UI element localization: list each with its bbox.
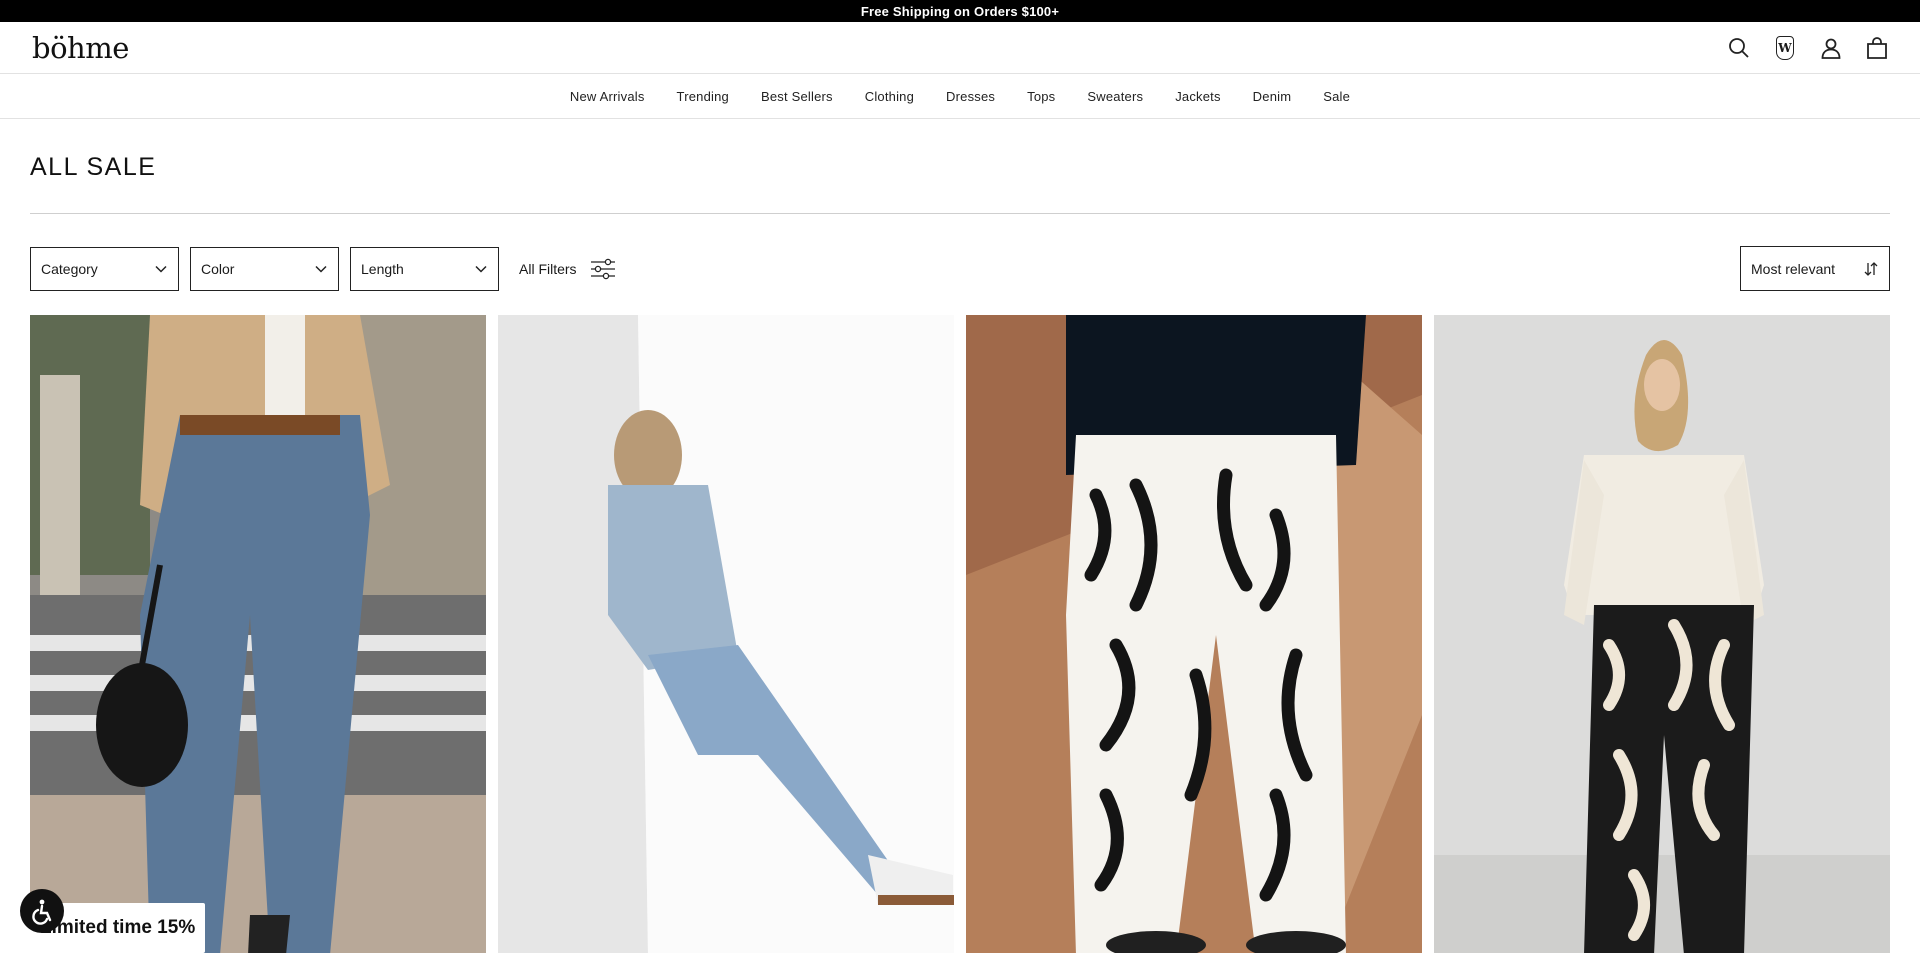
product-image [966,315,1422,953]
product-image [1434,315,1890,953]
color-filter-label: Color [201,260,235,277]
all-filters-button[interactable]: All Filters [519,257,617,281]
accessibility-icon [32,899,52,925]
product-grid [0,291,1920,953]
product-card[interactable] [498,315,954,953]
nav-jackets[interactable]: Jackets [1159,89,1236,104]
length-filter-label: Length [361,260,404,277]
product-image [30,315,486,953]
main-nav: New Arrivals Trending Best Sellers Cloth… [0,74,1920,119]
product-image [498,315,954,953]
filter-bar: Category Color Length All Filters Most r… [0,214,1920,291]
page-title: ALL SALE [30,153,157,181]
brand-logo[interactable]: böhme [32,31,129,65]
length-filter[interactable]: Length [350,246,499,291]
all-filters-label: All Filters [519,260,577,277]
nav-dresses[interactable]: Dresses [930,89,1011,104]
sort-arrows-icon [1864,261,1878,276]
nav-trending[interactable]: Trending [661,89,745,104]
category-filter-label: Category [41,260,98,277]
site-header: böhme W [0,22,1920,74]
announcement-text: Free Shipping on Orders $100+ [860,3,1060,19]
nav-sweaters[interactable]: Sweaters [1071,89,1159,104]
product-card[interactable] [1434,315,1890,953]
product-card[interactable] [966,315,1422,953]
nav-clothing[interactable]: Clothing [849,89,930,104]
chevron-down-icon [155,265,167,273]
chevron-down-icon [315,265,327,273]
accessibility-button[interactable] [20,889,64,933]
sort-dropdown[interactable]: Most relevant [1740,246,1890,291]
sort-label: Most relevant [1751,260,1836,277]
nav-denim[interactable]: Denim [1237,89,1308,104]
cart-icon[interactable] [1864,35,1890,61]
category-filter[interactable]: Category [30,246,179,291]
sliders-icon [590,258,615,279]
color-filter[interactable]: Color [190,246,339,291]
account-icon[interactable] [1818,35,1844,61]
header-icons: W [1726,35,1890,61]
wishlist-glyph: W [1778,40,1792,55]
search-icon[interactable] [1726,35,1752,61]
nav-new-arrivals[interactable]: New Arrivals [554,89,661,104]
chevron-down-icon [475,265,487,273]
announcement-bar: Free Shipping on Orders $100+ [0,0,1920,22]
nav-best-sellers[interactable]: Best Sellers [745,89,849,104]
wishlist-icon[interactable]: W [1776,35,1794,60]
product-card[interactable] [30,315,486,953]
nav-sale[interactable]: Sale [1307,89,1366,104]
nav-tops[interactable]: Tops [1011,89,1071,104]
